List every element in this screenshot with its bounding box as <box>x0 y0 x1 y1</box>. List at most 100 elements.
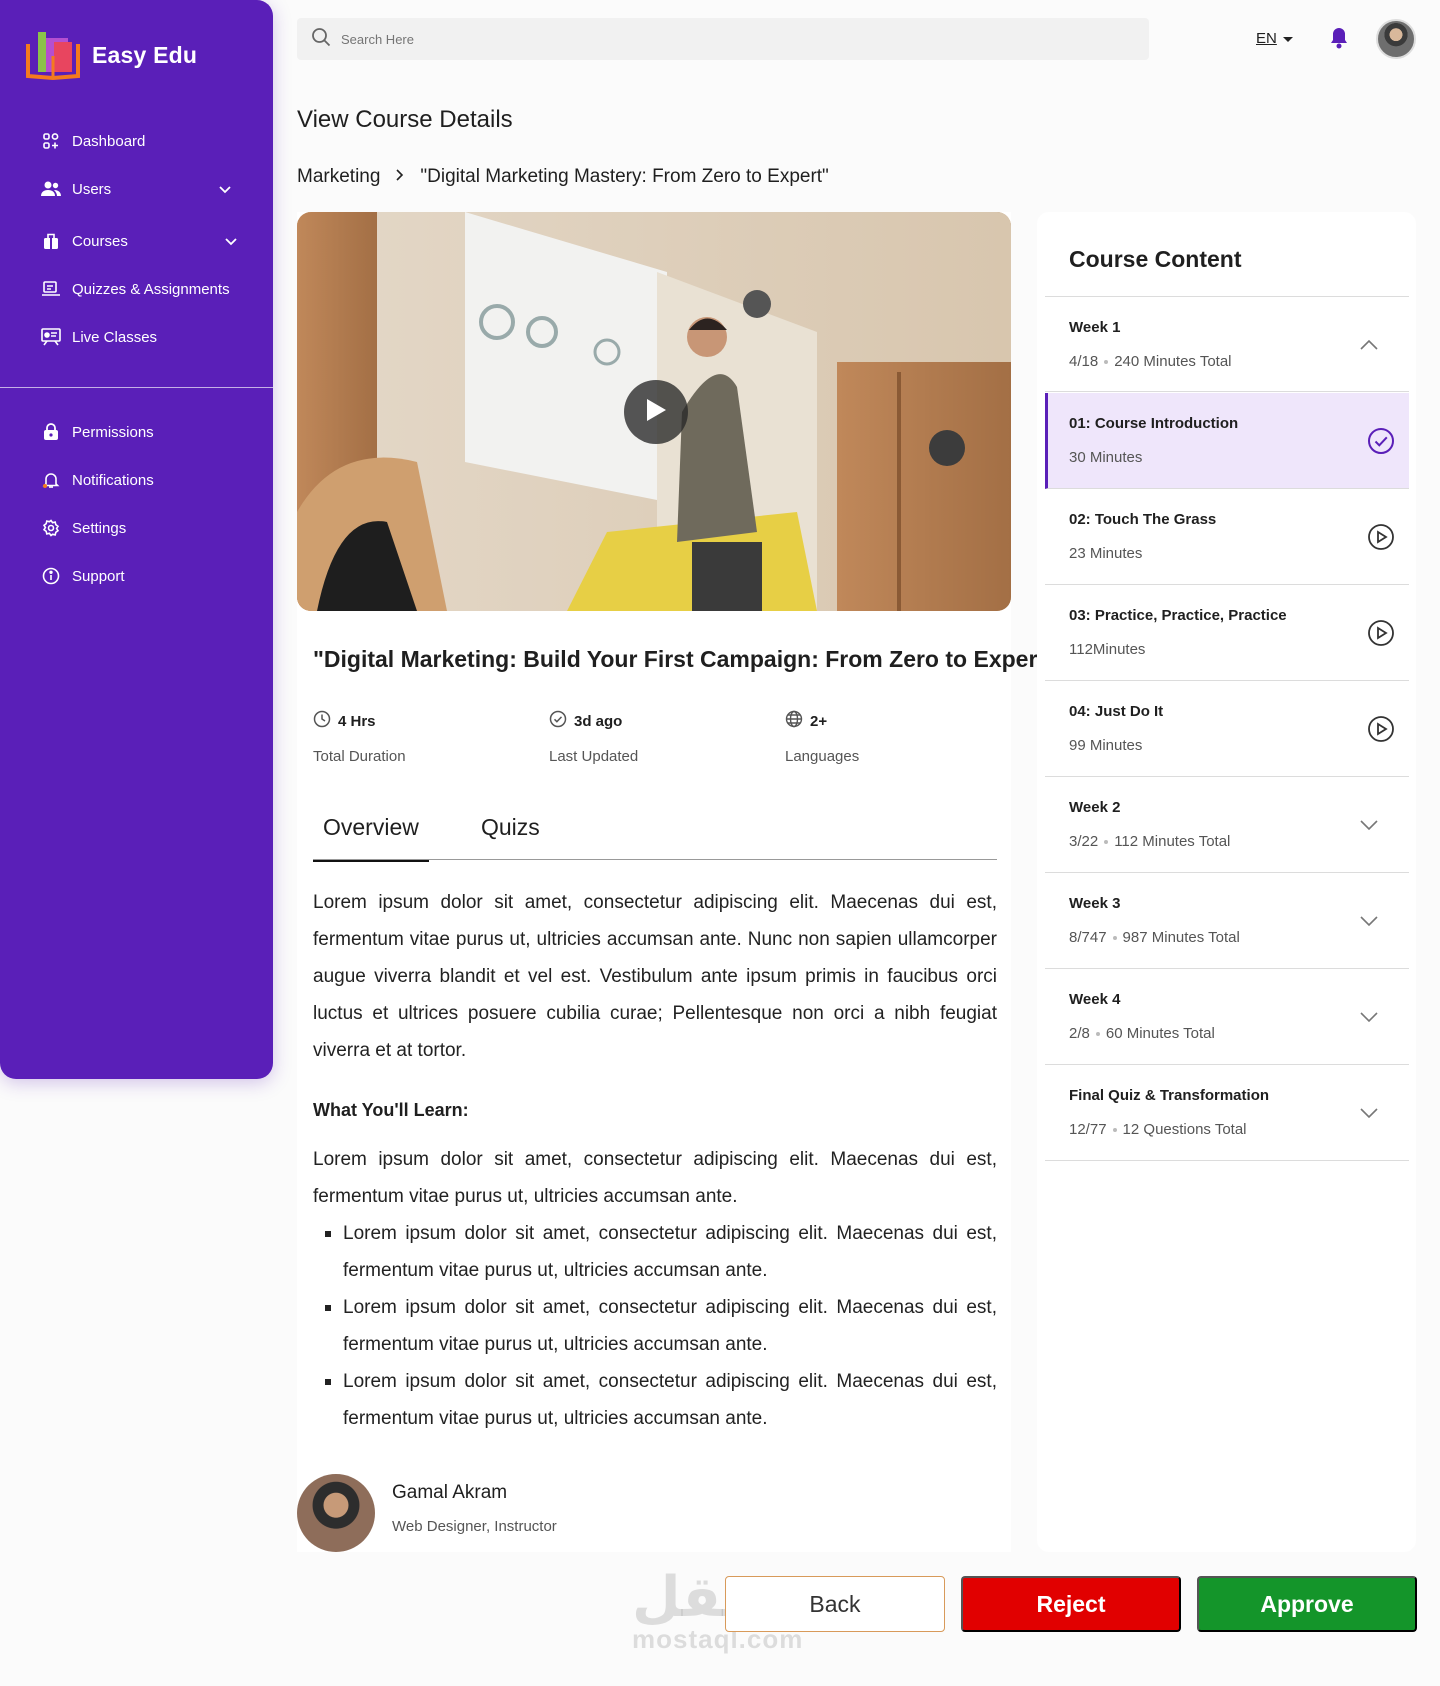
sidebar-divider <box>0 387 273 388</box>
info-icon <box>40 565 62 587</box>
sidebar-item-quizzes[interactable]: Quizzes & Assignments <box>0 265 273 313</box>
sidebar-nav-secondary: Permissions Notifications Settings Suppo… <box>0 408 273 600</box>
row-duration: 99 Minutes <box>1069 737 1143 754</box>
row-subtitle: 2/8 60 Minutes Total <box>1069 1025 1215 1042</box>
breadcrumb-item-category[interactable]: Marketing <box>297 166 380 188</box>
play-circle-icon[interactable] <box>1367 715 1395 743</box>
separator-dot <box>1112 1128 1117 1133</box>
row-total: 60 Minutes Total <box>1105 1025 1215 1042</box>
sidebar-item-label: Quizzes & Assignments <box>72 280 230 298</box>
week-row-week-3[interactable]: Week 3 8/747 987 Minutes Total <box>1045 873 1409 969</box>
courses-icon <box>40 230 62 252</box>
instructor-avatar[interactable] <box>297 1474 375 1552</box>
search-input[interactable] <box>341 31 1041 47</box>
row-title: Week 1 <box>1069 319 1121 336</box>
play-icon <box>644 397 668 428</box>
sidebar-nav: Dashboard Users Courses Quizzes & Assign… <box>0 117 273 361</box>
chevron-down-icon[interactable] <box>1355 907 1383 935</box>
course-overview-text: Lorem ipsum dolor sit amet, consectetur … <box>313 892 997 1061</box>
sidebar-item-live-classes[interactable]: Live Classes <box>0 313 273 361</box>
row-progress: 4/18 <box>1069 353 1099 370</box>
row-subtitle: 4/18 240 Minutes Total <box>1069 353 1232 370</box>
sidebar-item-settings[interactable]: Settings <box>0 504 273 552</box>
instructor-role: Web Designer, Instructor <box>392 1518 557 1535</box>
chevron-down-icon[interactable] <box>1355 1099 1383 1127</box>
stat-label: Languages <box>785 748 860 765</box>
sidebar-item-dashboard[interactable]: Dashboard <box>0 117 273 165</box>
breadcrumb: Marketing "Digital Marketing Mastery: Fr… <box>297 166 829 188</box>
week-row-week-4[interactable]: Week 4 2/8 60 Minutes Total <box>1045 969 1409 1065</box>
row-title: 02: Touch The Grass <box>1069 511 1217 528</box>
course-tabs: Overview Quizs <box>313 808 997 862</box>
sidebar-item-label: Permissions <box>72 423 154 441</box>
separator-dot <box>1095 1032 1100 1037</box>
row-title: 04: Just Do It <box>1069 703 1164 720</box>
language-selector[interactable]: EN <box>1256 30 1293 47</box>
back-button[interactable]: Back <box>725 1576 945 1632</box>
sidebar-item-support[interactable]: Support <box>0 552 273 600</box>
sidebar-item-label: Live Classes <box>72 328 158 346</box>
sidebar-item-label: Settings <box>72 519 127 537</box>
globe-icon <box>785 710 803 732</box>
lesson-row-just-do-it[interactable]: 04: Just Do It 99 Minutes <box>1045 681 1409 777</box>
lock-icon <box>40 421 62 443</box>
breadcrumb-item-course: "Digital Marketing Mastery: From Zero to… <box>420 166 829 187</box>
sidebar-item-notifications[interactable]: Notifications <box>0 456 273 504</box>
gear-icon <box>40 517 62 539</box>
sidebar-item-label: Users <box>72 180 112 198</box>
tab-overview[interactable]: Overview <box>313 814 429 862</box>
row-progress: 2/8 <box>1069 1025 1090 1042</box>
row-progress: 12/77 <box>1069 1121 1107 1138</box>
play-circle-icon[interactable] <box>1367 523 1395 551</box>
course-title: "Digital Marketing: Build Your First Cam… <box>313 646 1056 672</box>
check-circle-icon <box>549 710 567 732</box>
week-row-week-1[interactable]: Week 1 4/18 240 Minutes Total <box>1045 296 1409 392</box>
reject-button[interactable]: Reject <box>961 1576 1181 1632</box>
sidebar-item-label: Notifications <box>72 471 154 489</box>
separator-dot <box>1112 936 1117 941</box>
live-classes-icon <box>40 326 62 348</box>
chevron-down-icon[interactable] <box>1355 811 1383 839</box>
brand-logo[interactable]: Easy Edu <box>24 26 197 84</box>
notifications-bell-icon[interactable] <box>1329 27 1349 54</box>
week-row-final-quiz[interactable]: Final Quiz & Transformation 12/77 12 Ques… <box>1045 1065 1409 1161</box>
search-bar[interactable] <box>297 18 1149 60</box>
lesson-row-course-introduction[interactable]: 01: Course Introduction 30 Minutes <box>1045 393 1409 489</box>
brand-name: Easy Edu <box>92 41 198 68</box>
caret-down-icon <box>1282 30 1293 47</box>
sidebar: Easy Edu Dashboard Users Courses Quizzes… <box>0 0 273 1079</box>
lesson-row-practice[interactable]: 03: Practice, Practice, Practice 112Minu… <box>1045 585 1409 681</box>
instructor-name: Gamal Akram <box>392 1482 508 1503</box>
sidebar-item-permissions[interactable]: Permissions <box>0 408 273 456</box>
approve-button[interactable]: Approve <box>1197 1576 1417 1632</box>
list-item: Lorem ipsum dolor sit amet, consectetur … <box>313 1215 997 1289</box>
play-circle-icon[interactable] <box>1367 619 1395 647</box>
sidebar-item-label: Dashboard <box>72 132 146 150</box>
row-title: 01: Course Introduction <box>1069 415 1239 432</box>
row-duration: 30 Minutes <box>1069 449 1143 466</box>
chevron-down-icon[interactable] <box>223 233 239 249</box>
sidebar-item-users[interactable]: Users <box>0 165 273 213</box>
language-label: EN <box>1256 30 1277 47</box>
week-row-week-2[interactable]: Week 2 3/22 112 Minutes Total <box>1045 777 1409 873</box>
sidebar-item-label: Courses <box>72 232 128 250</box>
stat-languages: 2+ Languages <box>785 710 859 765</box>
lesson-row-touch-the-grass[interactable]: 02: Touch The Grass 23 Minutes <box>1045 489 1409 585</box>
row-subtitle: 8/747 987 Minutes Total <box>1069 929 1240 946</box>
chevron-down-icon[interactable] <box>217 181 233 197</box>
play-video-button[interactable] <box>624 380 688 444</box>
separator-dot <box>1104 360 1109 365</box>
book-logo-icon <box>24 26 82 84</box>
user-avatar[interactable] <box>1376 19 1416 59</box>
sidebar-item-courses[interactable]: Courses <box>0 217 273 265</box>
bell-icon <box>40 469 62 491</box>
course-content-title: Course Content <box>1069 246 1242 272</box>
chevron-down-icon[interactable] <box>1355 1003 1383 1031</box>
list-item: Lorem ipsum dolor sit amet, consectetur … <box>313 1363 997 1437</box>
sidebar-item-label: Support <box>72 567 125 585</box>
check-circle-icon[interactable] <box>1367 427 1395 455</box>
row-total: 987 Minutes Total <box>1122 929 1240 946</box>
row-subtitle: 3/22 112 Minutes Total <box>1069 833 1230 850</box>
tab-quizs[interactable]: Quizs <box>481 814 540 841</box>
chevron-up-icon[interactable] <box>1355 331 1383 359</box>
